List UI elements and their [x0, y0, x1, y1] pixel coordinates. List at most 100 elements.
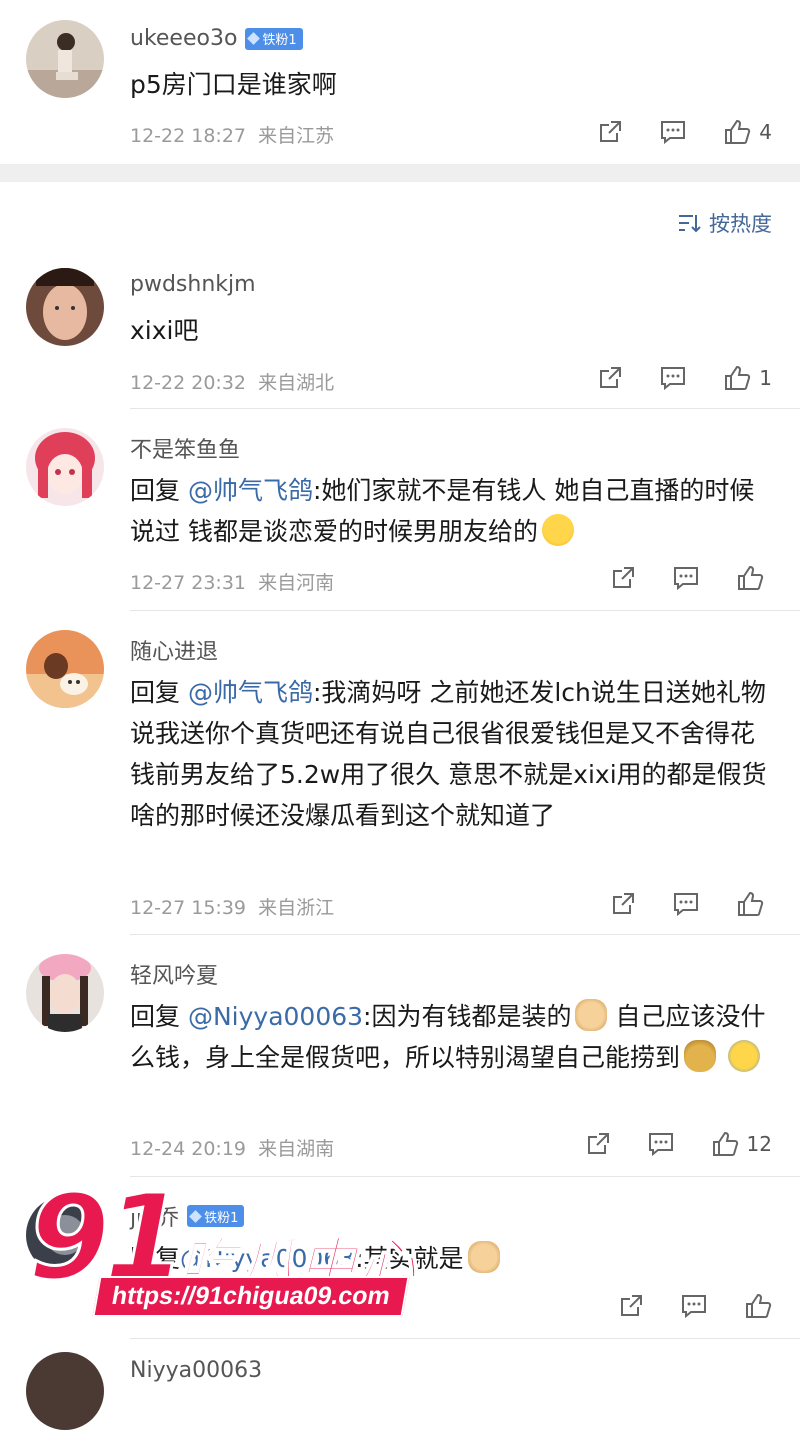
comment-meta: 12-22 18:27 来自江苏: [130, 121, 334, 148]
share-button[interactable]: [597, 119, 623, 145]
like-button[interactable]: 12: [711, 1130, 772, 1158]
mention-link[interactable]: @帅气飞鸽: [188, 476, 313, 505]
mention-link[interactable]: @Niyya00063: [188, 1002, 363, 1031]
thumbs-up-icon: [712, 1131, 738, 1156]
badge-label: 铁粉1: [262, 33, 297, 48]
share-icon: [587, 1133, 609, 1154]
comment-meta: 12-27 15:39 来自浙江: [130, 893, 334, 920]
location: 来自浙江: [258, 897, 335, 919]
username[interactable]: Niyya00063: [130, 1358, 262, 1383]
username[interactable]: pwdshnkjm: [130, 272, 256, 297]
laugh-emoji-icon: [541, 514, 574, 546]
time: 12-24 20:19: [130, 1138, 247, 1160]
like-button[interactable]: [744, 1292, 772, 1320]
thumbs-up-icon: [738, 565, 764, 590]
time: 12-27 15:39: [130, 897, 247, 919]
sort-icon: [679, 215, 701, 233]
like-count: 1: [759, 366, 772, 390]
like-count: 4: [759, 120, 772, 144]
share-button[interactable]: [618, 1293, 644, 1319]
avatar[interactable]: [26, 428, 104, 506]
location: 来自江苏: [258, 125, 335, 147]
share-icon: [613, 567, 634, 588]
divider: [130, 934, 800, 935]
comment-text: p5房门口是谁家啊: [130, 70, 337, 99]
comment-meta: 12-27 23:31 来自河南: [130, 568, 334, 595]
like-button[interactable]: [736, 890, 772, 918]
comment-actions: 1: [561, 364, 772, 392]
diamond-icon: [247, 32, 261, 45]
thinking-emoji-icon: [727, 1040, 760, 1072]
avatar[interactable]: [26, 954, 104, 1032]
site-watermark: 91 吃瓜中心 https://91chigua09.com: [26, 1177, 468, 1328]
avatar[interactable]: [26, 20, 104, 98]
divider: [130, 408, 800, 409]
divider: [130, 610, 800, 611]
sort-toggle[interactable]: 按热度: [677, 208, 772, 238]
top-comment: ukeeeo3o 铁粉1 p5房门口是谁家啊 12-22 18:27 来自江苏 …: [0, 0, 800, 164]
reply-prefix: 回复: [130, 476, 188, 505]
fan-badge: 铁粉1: [245, 27, 303, 50]
comment-actions: [582, 1292, 772, 1320]
time: 12-22 18:27: [130, 125, 247, 147]
reply-button[interactable]: [672, 565, 700, 591]
like-button[interactable]: 1: [723, 364, 772, 392]
username-text[interactable]: ukeeeo3o: [130, 26, 237, 51]
location: 来自湖南: [258, 1138, 335, 1160]
avatar[interactable]: [26, 630, 104, 708]
reply-button[interactable]: [680, 1293, 708, 1319]
like-button[interactable]: [736, 564, 772, 592]
share-icon: [613, 893, 634, 914]
like-count: 12: [746, 1132, 772, 1156]
comment-actions: 12: [549, 1130, 772, 1158]
share-button[interactable]: [585, 1131, 611, 1157]
time: 12-22 20:32: [130, 372, 247, 394]
location: 来自河南: [258, 572, 335, 594]
share-button[interactable]: [610, 891, 636, 917]
reply-button[interactable]: [659, 365, 687, 391]
comment-actions: 4: [561, 118, 772, 146]
share-button[interactable]: [597, 365, 623, 391]
username[interactable]: ukeeeo3o 铁粉1: [130, 26, 303, 51]
thumbs-up-icon: [746, 1293, 772, 1318]
avatar[interactable]: [26, 1352, 104, 1430]
reply-text: :因为有钱都是装的: [363, 1002, 572, 1031]
username[interactable]: 轻风吟夏: [130, 958, 218, 990]
comment-meta: 12-22 20:32 来自湖北: [130, 368, 334, 395]
doge-emoji-icon: [575, 999, 608, 1031]
thumbs-up-icon: [738, 891, 764, 916]
comment-text: xixi吧: [130, 316, 199, 345]
comment-meta: 12-24 20:19 来自湖南: [130, 1134, 334, 1161]
comment-text: 回复 @帅气飞鸽:我滴妈呀 之前她还发lch说生日送她礼物说我送你个真货吧还有说…: [130, 672, 772, 836]
username[interactable]: 不是笨鱼鱼: [130, 432, 240, 464]
comment-text: 回复 @Niyya00063:因为有钱都是装的 自己应该没什么钱，身上全是假货吧…: [130, 996, 772, 1078]
thumbs-up-icon: [725, 119, 751, 144]
doge-emoji-icon: [467, 1241, 500, 1273]
share-button[interactable]: [610, 565, 636, 591]
divider: [130, 1338, 800, 1339]
divider: [130, 1176, 800, 1177]
watermark-url: https://91chigua09.com: [92, 1276, 410, 1317]
share-icon: [621, 1295, 642, 1316]
like-button[interactable]: 4: [723, 118, 772, 146]
section-divider: [0, 164, 800, 182]
reply-button[interactable]: [672, 891, 700, 917]
comment-icon: [648, 1133, 673, 1157]
comment-actions: [574, 890, 772, 918]
reply-prefix: 回复: [130, 678, 188, 707]
reply-prefix: 回复: [130, 1002, 188, 1031]
reply-button[interactable]: [647, 1131, 675, 1157]
comment-icon: [674, 567, 698, 591]
comment-icon: [661, 121, 686, 145]
comment-icon: [661, 367, 686, 391]
share-icon: [600, 367, 622, 388]
comment-icon: [674, 893, 698, 917]
reply-button[interactable]: [659, 119, 687, 145]
comment-icon: [682, 1295, 706, 1319]
avatar[interactable]: [26, 268, 104, 346]
username[interactable]: 随心进退: [130, 634, 218, 666]
time: 12-27 23:31: [130, 572, 247, 594]
sort-label[interactable]: 按热度: [709, 208, 772, 238]
mention-link[interactable]: @帅气飞鸽: [188, 678, 313, 707]
comment-text: 回复 @帅气飞鸽:她们家就不是有钱人 她自己直播的时候说过 钱都是谈恋爱的时候男…: [130, 470, 772, 552]
